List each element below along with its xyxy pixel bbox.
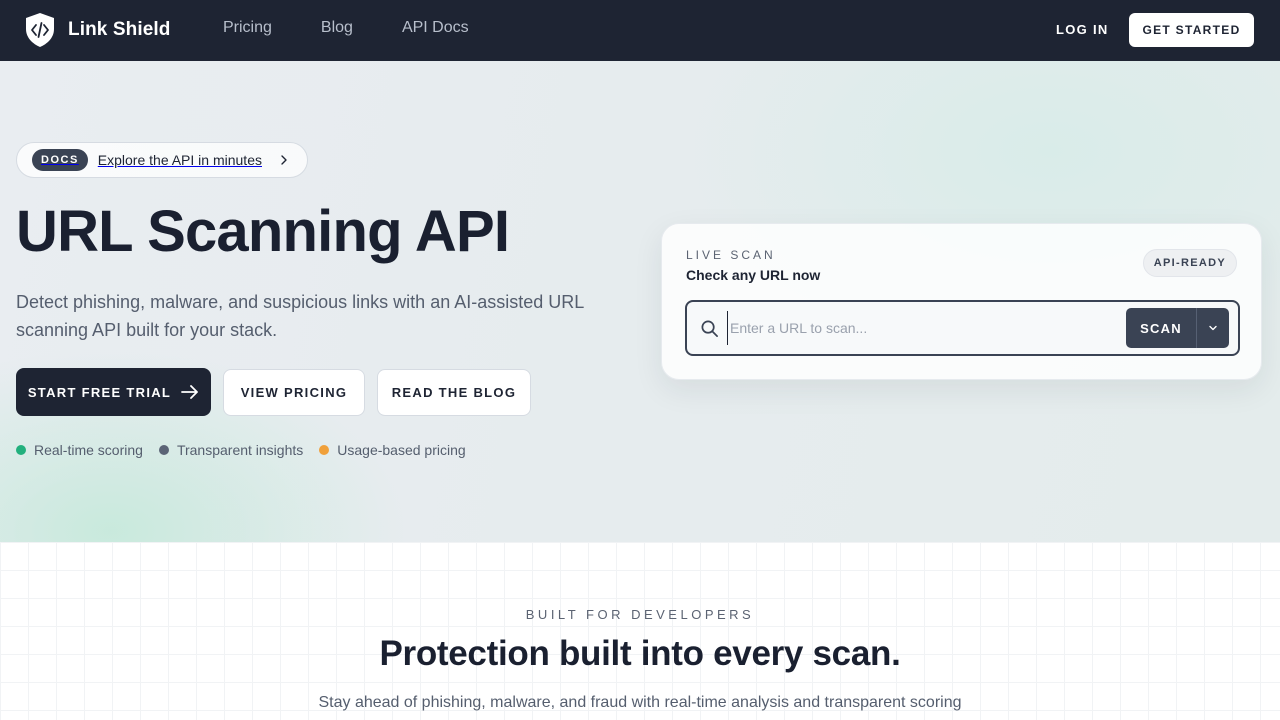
feature-label: Usage-based pricing <box>337 442 466 458</box>
top-nav: Link Shield Pricing Blog API Docs LOG IN… <box>0 0 1280 61</box>
start-free-trial-button[interactable]: START FREE TRIAL <box>16 368 211 416</box>
nav-link-blog[interactable]: Blog <box>321 19 353 37</box>
start-free-trial-label: START FREE TRIAL <box>27 384 172 400</box>
hero-title: URL Scanning API <box>16 199 510 264</box>
section-subtitle: Stay ahead of phishing, malware, and fra… <box>318 694 962 711</box>
get-started-button[interactable]: GET STARTED <box>1129 13 1254 47</box>
scan-button[interactable]: SCAN <box>1126 308 1196 348</box>
feature-label: Real-time scoring <box>34 442 143 458</box>
docs-pill-link[interactable]: DOCS Explore the API in minutes <box>16 142 308 178</box>
section-kicker: BUILT FOR DEVELOPERS <box>525 607 755 622</box>
chevron-down-icon <box>1209 325 1217 331</box>
developers-section: BUILT FOR DEVELOPERS Protection built in… <box>0 542 1280 720</box>
hero-section: DOCS Explore the API in minutes URL Scan… <box>0 61 1280 542</box>
section-title: Protection built into every scan. <box>379 634 901 673</box>
feature-item: Transparent insights <box>158 442 304 458</box>
brand-name: Link Shield <box>68 19 171 40</box>
scan-form: SCAN <box>685 300 1240 356</box>
login-link[interactable]: LOG IN <box>1056 22 1109 37</box>
read-blog-button[interactable]: READ THE BLOG <box>377 369 531 416</box>
chevron-right-icon <box>281 155 287 165</box>
feature-label: Transparent insights <box>176 442 304 458</box>
nav-link-api-docs[interactable]: API Docs <box>402 19 469 37</box>
docs-tag: DOCS <box>32 149 88 171</box>
docs-pill-text: Explore the API in minutes <box>97 152 262 168</box>
nav-links: Pricing Blog API Docs <box>223 19 469 37</box>
status-dot <box>16 445 26 455</box>
search-icon <box>701 320 718 337</box>
status-dot <box>319 445 330 455</box>
shield-code-icon <box>26 13 54 47</box>
live-scan-kicker: LIVE SCAN <box>686 248 776 262</box>
feature-list: Real-time scoring Transparent insights U… <box>16 442 466 458</box>
hero-subtitle: Detect phishing, malware, and suspicious… <box>16 292 584 340</box>
scan-options-dropdown[interactable] <box>1196 308 1229 348</box>
status-dot <box>158 445 169 455</box>
api-ready-badge: API-READY <box>1142 249 1237 277</box>
feature-item: Usage-based pricing <box>319 442 466 458</box>
arrow-right-icon <box>181 385 199 399</box>
live-scan-title: Check any URL now <box>686 267 821 283</box>
url-input[interactable] <box>727 311 1117 345</box>
brand-link[interactable]: Link Shield <box>24 12 170 48</box>
view-pricing-button[interactable]: VIEW PRICING <box>223 369 365 416</box>
live-scan-card: LIVE SCAN Check any URL now API-READY SC… <box>661 223 1262 380</box>
nav-link-pricing[interactable]: Pricing <box>223 19 272 37</box>
feature-item: Real-time scoring <box>16 442 143 458</box>
